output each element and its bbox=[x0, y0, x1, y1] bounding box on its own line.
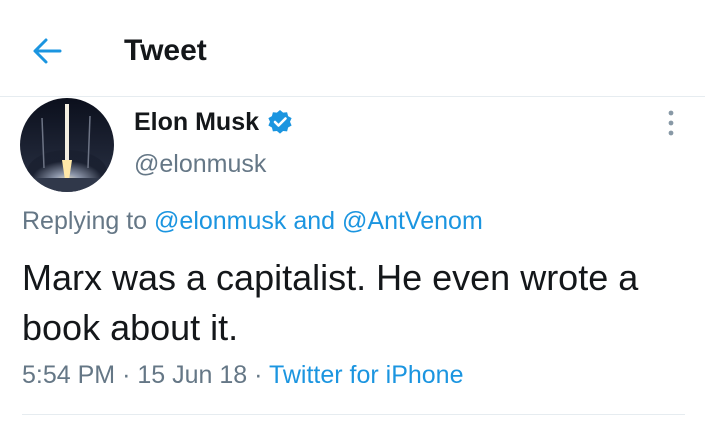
tweet-detail-screen: Tweet Elon Musk @elonmusk Replying to @e… bbox=[0, 0, 705, 435]
rocket-launch-avatar-image bbox=[20, 98, 114, 192]
more-vertical-icon bbox=[668, 110, 674, 136]
reply-user-link-1[interactable]: @elonmusk bbox=[154, 207, 286, 235]
author-name[interactable]: Elon Musk bbox=[134, 108, 259, 137]
verified-badge-icon bbox=[267, 109, 293, 135]
divider bbox=[22, 414, 685, 415]
page-title: Tweet bbox=[124, 34, 207, 67]
author-handle[interactable]: @elonmusk bbox=[134, 150, 266, 179]
tweet-time[interactable]: 5:54 PM bbox=[22, 361, 115, 389]
meta-separator: · bbox=[122, 361, 131, 389]
author-name-row: Elon Musk bbox=[134, 105, 293, 139]
replying-prefix: Replying to bbox=[22, 207, 148, 235]
tweet-text: Marx was a capitalist. He even wrote a b… bbox=[22, 257, 639, 348]
more-options-button[interactable] bbox=[660, 108, 682, 140]
back-button[interactable] bbox=[30, 34, 64, 68]
tweet-meta: 5:54 PM · 15 Jun 18 · Twitter for iPhone bbox=[22, 361, 463, 390]
top-app-bar: Tweet bbox=[0, 0, 705, 97]
replying-to-line: Replying to @elonmusk and @AntVenom bbox=[22, 207, 483, 236]
arrow-left-icon bbox=[33, 38, 62, 64]
reply-user-link-2[interactable]: @AntVenom bbox=[342, 207, 483, 235]
reply-conjunction: and bbox=[293, 207, 336, 235]
meta-separator: · bbox=[254, 361, 263, 389]
tweet-source-link[interactable]: Twitter for iPhone bbox=[269, 361, 464, 389]
avatar[interactable] bbox=[20, 98, 114, 192]
tweet-date[interactable]: 15 Jun 18 bbox=[137, 361, 247, 389]
